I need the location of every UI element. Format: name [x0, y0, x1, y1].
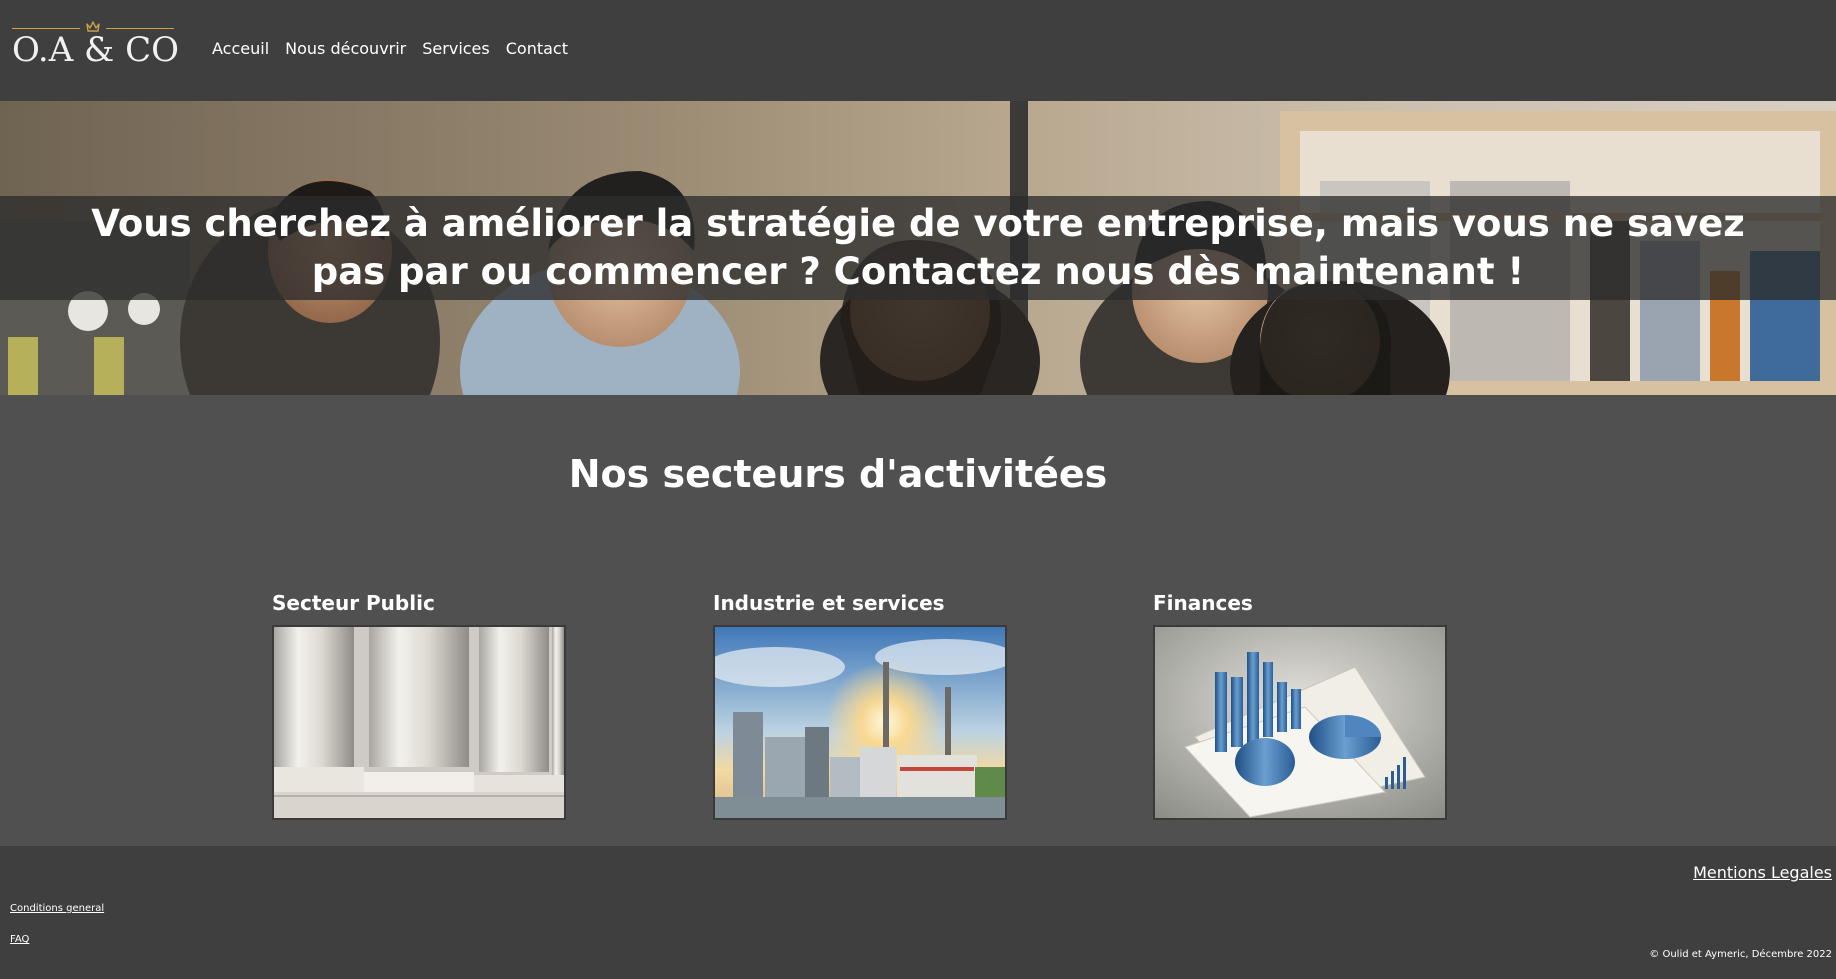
nav-link-services[interactable]: Services	[422, 38, 489, 60]
site-header: O.A & CO Acceuil Nous découvrir Services…	[0, 0, 1836, 101]
finance-chart-image	[1155, 627, 1445, 818]
faq-link[interactable]: FAQ	[10, 934, 29, 946]
columns-image	[274, 627, 564, 818]
site-footer: Mentions Legales Conditions general FAQ …	[0, 846, 1836, 979]
conditions-link[interactable]: Conditions general	[10, 903, 104, 915]
logo-text: O.A & CO	[12, 30, 180, 70]
sector-image-finances[interactable]	[1153, 625, 1447, 820]
sector-card-industrie[interactable]: Industrie et services	[713, 590, 1009, 820]
sector-card-public[interactable]: Secteur Public	[272, 590, 568, 820]
copyright-text: © Oulid et Aymeric, Décembre 2022	[1649, 949, 1832, 960]
nav-link-nous-decouvrir[interactable]: Nous découvrir	[285, 38, 406, 60]
mentions-legales-link[interactable]: Mentions Legales	[1693, 863, 1832, 883]
main-nav: Acceuil Nous découvrir Services Contact	[212, 38, 568, 60]
logo-line-right	[106, 28, 174, 29]
sector-image-public[interactable]	[272, 625, 566, 820]
sector-card-title: Secteur Public	[272, 591, 435, 615]
nav-link-contact[interactable]: Contact	[506, 38, 568, 60]
sector-card-title: Finances	[1153, 591, 1253, 615]
nav-link-acceuil[interactable]: Acceuil	[212, 38, 269, 60]
logo[interactable]: O.A & CO	[12, 20, 180, 72]
sector-image-industrie[interactable]	[713, 625, 1007, 820]
hero-banner: Vous cherchez à améliorer la stratégie d…	[0, 101, 1836, 395]
sector-card-title: Industrie et services	[713, 591, 945, 615]
hero-headline: Vous cherchez à améliorer la stratégie d…	[91, 202, 1745, 293]
sector-card-finances[interactable]: Finances	[1153, 590, 1449, 820]
factory-image	[715, 627, 1005, 818]
sectors-title: Nos secteurs d'activitées	[568, 452, 1108, 496]
logo-line-left	[12, 28, 80, 29]
